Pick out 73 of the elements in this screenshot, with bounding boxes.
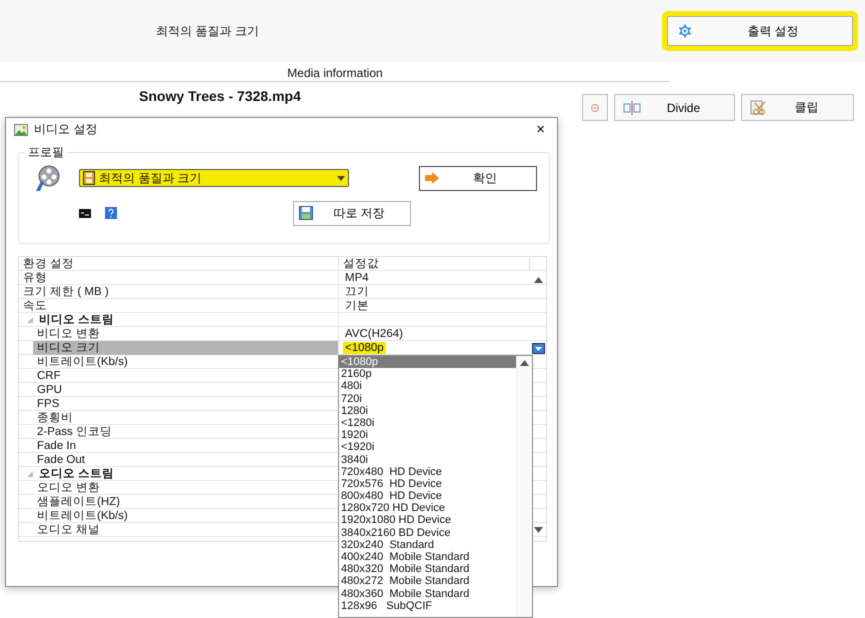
remove-button[interactable] xyxy=(582,94,608,121)
property-name[interactable]: GPU xyxy=(33,383,338,397)
help-icon[interactable] xyxy=(105,207,117,219)
arrow-right-icon xyxy=(425,172,439,184)
settings-icon xyxy=(676,22,694,40)
dropdown-option[interactable]: <1920i xyxy=(339,441,516,454)
property-value: MP4 xyxy=(344,271,370,285)
property-value: 기본 xyxy=(344,299,370,313)
scroll-up-icon[interactable] xyxy=(534,277,542,283)
dropdown-option[interactable]: 480x360 Mobile Standard xyxy=(339,588,516,600)
dropdown-option[interactable]: 720x480 HD Device xyxy=(339,466,516,478)
dropdown-option[interactable]: 320x240 Standard xyxy=(339,538,516,551)
column-header: 환경 설정 xyxy=(19,257,339,271)
property-name[interactable]: 속도 xyxy=(19,299,338,313)
property-name[interactable]: 비트레이트(Kb/s) xyxy=(33,509,338,523)
profile-select[interactable]: 최적의 품질과 크기 xyxy=(79,169,349,187)
app-title: 최적의 품질과 크기 xyxy=(155,22,260,40)
property-name[interactable]: Fade Out xyxy=(33,453,338,467)
dropdown-button-icon[interactable] xyxy=(532,342,544,354)
property-name[interactable]: 크기 제한 ( MB ) xyxy=(19,285,338,299)
dropdown-option[interactable]: 128x96 SubQCIF xyxy=(339,600,516,612)
close-button[interactable]: × xyxy=(532,121,549,138)
property-name[interactable]: 샘플레이트(HZ) xyxy=(33,495,338,509)
dropdown-caret-icon[interactable] xyxy=(337,176,345,180)
property-name[interactable]: 종횡비 xyxy=(33,411,338,425)
property-value: 끄기 xyxy=(344,285,370,299)
property-name[interactable]: 비트레이트(Kb/s) xyxy=(33,355,338,369)
scissors-icon xyxy=(750,100,768,116)
group-label: 프로필 xyxy=(27,144,65,161)
split-icon xyxy=(623,100,641,114)
file-name: Snowy Trees - 7328.mp4 xyxy=(139,88,302,104)
dropdown-option[interactable]: 800x480 HD Device xyxy=(339,490,516,502)
dropdown-option[interactable]: 3840i xyxy=(339,454,516,466)
property-name[interactable]: 유형 xyxy=(19,271,338,285)
film-strip-icon xyxy=(83,171,95,185)
dropdown-option[interactable]: 2160p xyxy=(339,368,516,380)
dropdown-option[interactable]: 1280x720 HD Device xyxy=(339,502,516,514)
dropdown-option[interactable]: 3840x2160 BD Device xyxy=(339,526,516,539)
property-name[interactable]: 2-Pass 인코딩 xyxy=(33,425,338,439)
dropdown-option[interactable]: 480i xyxy=(339,380,516,393)
dropdown-option[interactable]: 1920x1080 HD Device xyxy=(339,514,516,527)
dropdown-option[interactable]: 1920i xyxy=(339,429,516,442)
property-name[interactable]: CRF xyxy=(33,369,338,383)
save-as-button[interactable]: 따로 저장 xyxy=(293,200,411,226)
dropdown-option[interactable]: 480x320 Mobile Standard xyxy=(339,563,516,576)
film-reel-icon xyxy=(33,164,61,192)
confirm-button[interactable]: 확인 xyxy=(419,166,537,190)
scroll-down-icon[interactable] xyxy=(534,527,542,533)
property-name[interactable]: FPS xyxy=(33,397,338,411)
property-name[interactable]: 비디오 크기 xyxy=(33,341,338,355)
dropdown-option[interactable]: 1280i xyxy=(339,404,516,417)
property-name[interactable]: 오디오 채널 xyxy=(33,523,338,537)
dropdown-option[interactable]: 720i xyxy=(339,392,516,405)
section-label: Media information xyxy=(0,62,670,82)
category-label: 비디오 스트림 xyxy=(38,313,114,327)
property-value: AVC(H264) xyxy=(344,327,404,341)
property-value: <1080p xyxy=(342,341,387,355)
dropdown-option[interactable]: 480x272 Mobile Standard xyxy=(339,575,516,588)
dropdown-option[interactable]: <1280i xyxy=(339,416,516,430)
clip-button[interactable]: 클립 xyxy=(741,94,854,121)
dialog-title: 비디오 설정 xyxy=(34,121,98,138)
divide-button[interactable]: Divide xyxy=(614,94,735,121)
scroll-up-icon[interactable] xyxy=(520,360,529,366)
property-name[interactable]: 오디오 변환 xyxy=(33,481,338,495)
console-icon[interactable] xyxy=(79,208,91,218)
dropdown-option[interactable]: <1080p xyxy=(339,356,516,368)
property-name[interactable]: 비디오 변환 xyxy=(33,327,338,341)
picture-icon xyxy=(14,124,28,136)
column-header: 설정값 xyxy=(339,257,530,271)
dropdown-option[interactable]: 400x240 Mobile Standard xyxy=(339,551,516,564)
category-label: 오디오 스트림 xyxy=(38,467,114,481)
dropdown-option[interactable]: 720x576 HD Device xyxy=(339,478,516,490)
property-name[interactable]: Fade In xyxy=(33,439,338,453)
